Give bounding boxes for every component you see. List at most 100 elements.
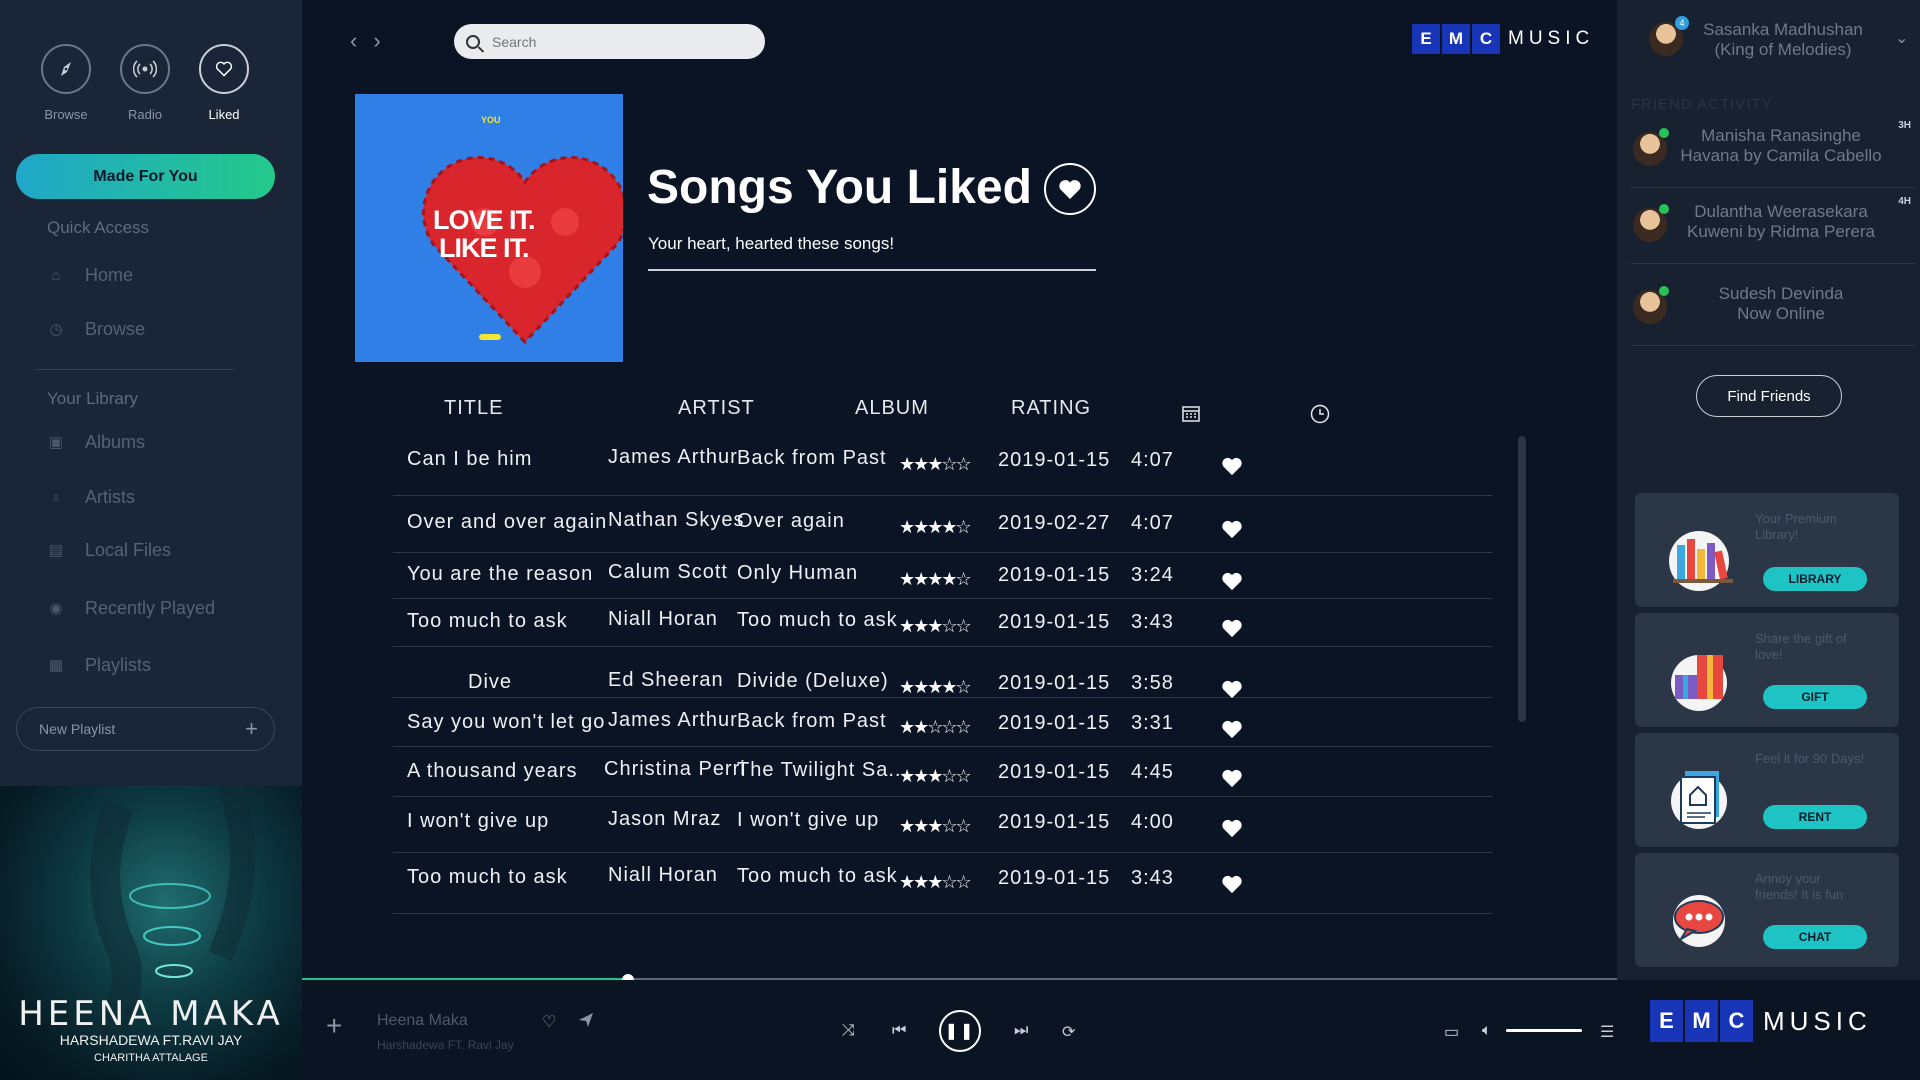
table-scrollbar[interactable]: [1518, 436, 1526, 722]
heart-icon[interactable]: [1221, 618, 1243, 638]
song-album: I won't give up: [737, 809, 880, 831]
rating-stars[interactable]: ★★★☆☆: [899, 766, 972, 787]
volume-slider[interactable]: [1506, 1029, 1582, 1032]
sidebar-item-artists[interactable]: ♁ Artists: [45, 482, 135, 512]
rating-stars[interactable]: ★★★☆☆: [899, 454, 972, 475]
chevron-down-icon[interactable]: ⌄: [1895, 28, 1908, 48]
user-profile[interactable]: 4 Sasanka Madhushan (King of Melodies) ⌄: [1633, 16, 1908, 66]
rating-stars[interactable]: ★★★☆☆: [899, 816, 972, 837]
promo-text: Share the gift of love!: [1755, 631, 1847, 662]
column-header-artist[interactable]: ARTIST: [678, 397, 755, 420]
search-bar[interactable]: [454, 24, 765, 59]
back-arrow-icon[interactable]: ‹: [350, 28, 357, 53]
table-row[interactable]: Say you won't let go James Arthur Back fro…: [393, 699, 1493, 747]
home-icon: ⌂: [51, 266, 61, 284]
promo-text: Feel it for 90 Days!: [1755, 751, 1865, 766]
friend-name: Sudesh Devinda: [1718, 284, 1844, 303]
table-row[interactable]: Too much to ask Niall Horan Too much to as…: [393, 854, 1493, 914]
browse-button[interactable]: Browse: [26, 44, 106, 122]
table-row[interactable]: Dive Ed Sheeran Divide (Deluxe) ★★★★☆ 2019-0…: [393, 649, 1493, 699]
friend-item[interactable]: Dulantha Weerasekara Kuweni by Ridma Pere…: [1631, 188, 1915, 264]
sidebar-item-albums[interactable]: ▣ Albums: [45, 427, 145, 457]
column-header-rating[interactable]: RATING: [1011, 397, 1091, 420]
browse-label: Browse: [44, 107, 88, 122]
table-row[interactable]: I won't give up Jason Mraz I won't give up…: [393, 798, 1493, 853]
promo-text: Your Premium Library!: [1755, 511, 1837, 542]
radio-button[interactable]: Radio: [105, 44, 185, 122]
song-date: 2019-01-15: [998, 761, 1111, 783]
table-row[interactable]: Too much to ask Niall Horan Too much to as…: [393, 598, 1493, 647]
clock-icon[interactable]: [1310, 404, 1330, 429]
volume-icon[interactable]: 🔈︎: [1482, 1022, 1492, 1040]
column-header-title[interactable]: TITLE: [444, 397, 503, 420]
now-playing-artist[interactable]: Harshadewa FT. Ravi Jay: [377, 1038, 514, 1052]
song-title: Too much to ask: [407, 866, 568, 888]
heart-icon[interactable]: [1221, 679, 1243, 699]
table-row[interactable]: Over and over again Nathan Skyes Over agai…: [393, 499, 1493, 553]
liked-button[interactable]: Liked: [184, 44, 264, 122]
song-title: Can I be him: [407, 448, 533, 470]
share-icon[interactable]: [578, 1012, 594, 1033]
previous-icon[interactable]: ⏮: [892, 1022, 906, 1040]
find-friends-button[interactable]: Find Friends: [1696, 375, 1842, 417]
add-to-library-icon[interactable]: +: [326, 1010, 342, 1042]
heart-outline-icon[interactable]: ♡: [542, 1012, 556, 1032]
album-art-title: HEENA MAKA: [18, 994, 284, 1034]
heart-icon[interactable]: [1221, 519, 1243, 539]
rating-stars[interactable]: ★★★☆☆: [899, 872, 972, 893]
column-header-album[interactable]: ALBUM: [855, 397, 929, 420]
cover-slogan-line: LIKE IT.: [439, 233, 530, 263]
gift-button[interactable]: GIFT: [1763, 685, 1867, 709]
sidebar-item-local-files[interactable]: ▤ Local Files: [45, 535, 171, 565]
song-artist: Christina Perri: [604, 758, 746, 780]
rating-stars[interactable]: ★★★★☆: [899, 517, 972, 538]
song-date: 2019-01-15: [998, 712, 1111, 734]
shuffle-icon[interactable]: ⤨: [842, 1022, 855, 1040]
brand-logo-footer: E M C MUSIC: [1650, 1000, 1872, 1042]
friend-item[interactable]: Manisha Ranasinghe Havana by Camila Cabel…: [1631, 112, 1915, 188]
sidebar-item-home[interactable]: ⌂ Home: [45, 260, 133, 290]
devices-icon[interactable]: ▭: [1444, 1022, 1459, 1042]
table-row[interactable]: Can I be him James Arthur Back from Past ★★…: [393, 436, 1493, 496]
rating-stars[interactable]: ★★★★☆: [899, 677, 972, 698]
rating-stars[interactable]: ★★★★☆: [899, 569, 972, 590]
rating-stars[interactable]: ★★☆☆☆: [899, 717, 972, 738]
queue-icon[interactable]: ☰: [1600, 1022, 1614, 1042]
like-playlist-button[interactable]: [1044, 163, 1096, 215]
calendar-icon[interactable]: [1182, 404, 1200, 427]
repeat-icon[interactable]: ⟳: [1062, 1022, 1075, 1042]
friend-item[interactable]: Sudesh Devinda Now Online: [1631, 270, 1915, 346]
heart-icon[interactable]: [1221, 768, 1243, 788]
next-icon[interactable]: ⏭: [1014, 1022, 1028, 1040]
rent-illustration: [1671, 771, 1727, 829]
library-button[interactable]: LIBRARY: [1763, 567, 1867, 591]
song-album: Back from Past: [737, 710, 887, 732]
heart-icon[interactable]: [1221, 456, 1243, 476]
brand-word: MUSIC: [1508, 28, 1595, 49]
location-icon: ◉: [49, 600, 63, 617]
chat-button[interactable]: CHAT: [1763, 925, 1867, 949]
heart-icon[interactable]: [1221, 874, 1243, 894]
sidebar-item-recently-played[interactable]: ◉ Recently Played: [45, 593, 215, 623]
heart-icon[interactable]: [1221, 571, 1243, 591]
activity-time: 4H: [1898, 196, 1911, 207]
rent-button[interactable]: RENT: [1763, 805, 1867, 829]
pause-button[interactable]: ❚❚: [939, 1010, 981, 1052]
song-date: 2019-01-15: [998, 449, 1111, 471]
song-artist: Calum Scott: [608, 561, 728, 583]
clock-icon: ◷: [49, 321, 63, 338]
friend-name: Manisha Ranasinghe: [1701, 126, 1861, 145]
made-for-you-button[interactable]: Made For You: [16, 154, 275, 199]
heart-icon[interactable]: [1221, 719, 1243, 739]
sidebar-item-browse[interactable]: ◷ Browse: [45, 314, 145, 344]
now-playing-title[interactable]: Heena Maka: [377, 1012, 468, 1030]
sidebar-item-playlists[interactable]: ▦ Playlists: [45, 650, 151, 680]
now-playing-album-art[interactable]: HEENA MAKA HARSHADEWA FT.RAVI JAY CHARIT…: [0, 786, 302, 1080]
search-input[interactable]: [492, 33, 732, 50]
forward-arrow-icon[interactable]: ›: [373, 28, 380, 53]
table-row[interactable]: A thousand years Christina Perri The Twili…: [393, 748, 1493, 797]
rating-stars[interactable]: ★★★☆☆: [899, 616, 972, 637]
table-row[interactable]: You are the reason Calum Scott Only Human ★…: [393, 551, 1493, 599]
heart-icon[interactable]: [1221, 818, 1243, 838]
new-playlist-button[interactable]: New Playlist +: [16, 707, 275, 751]
